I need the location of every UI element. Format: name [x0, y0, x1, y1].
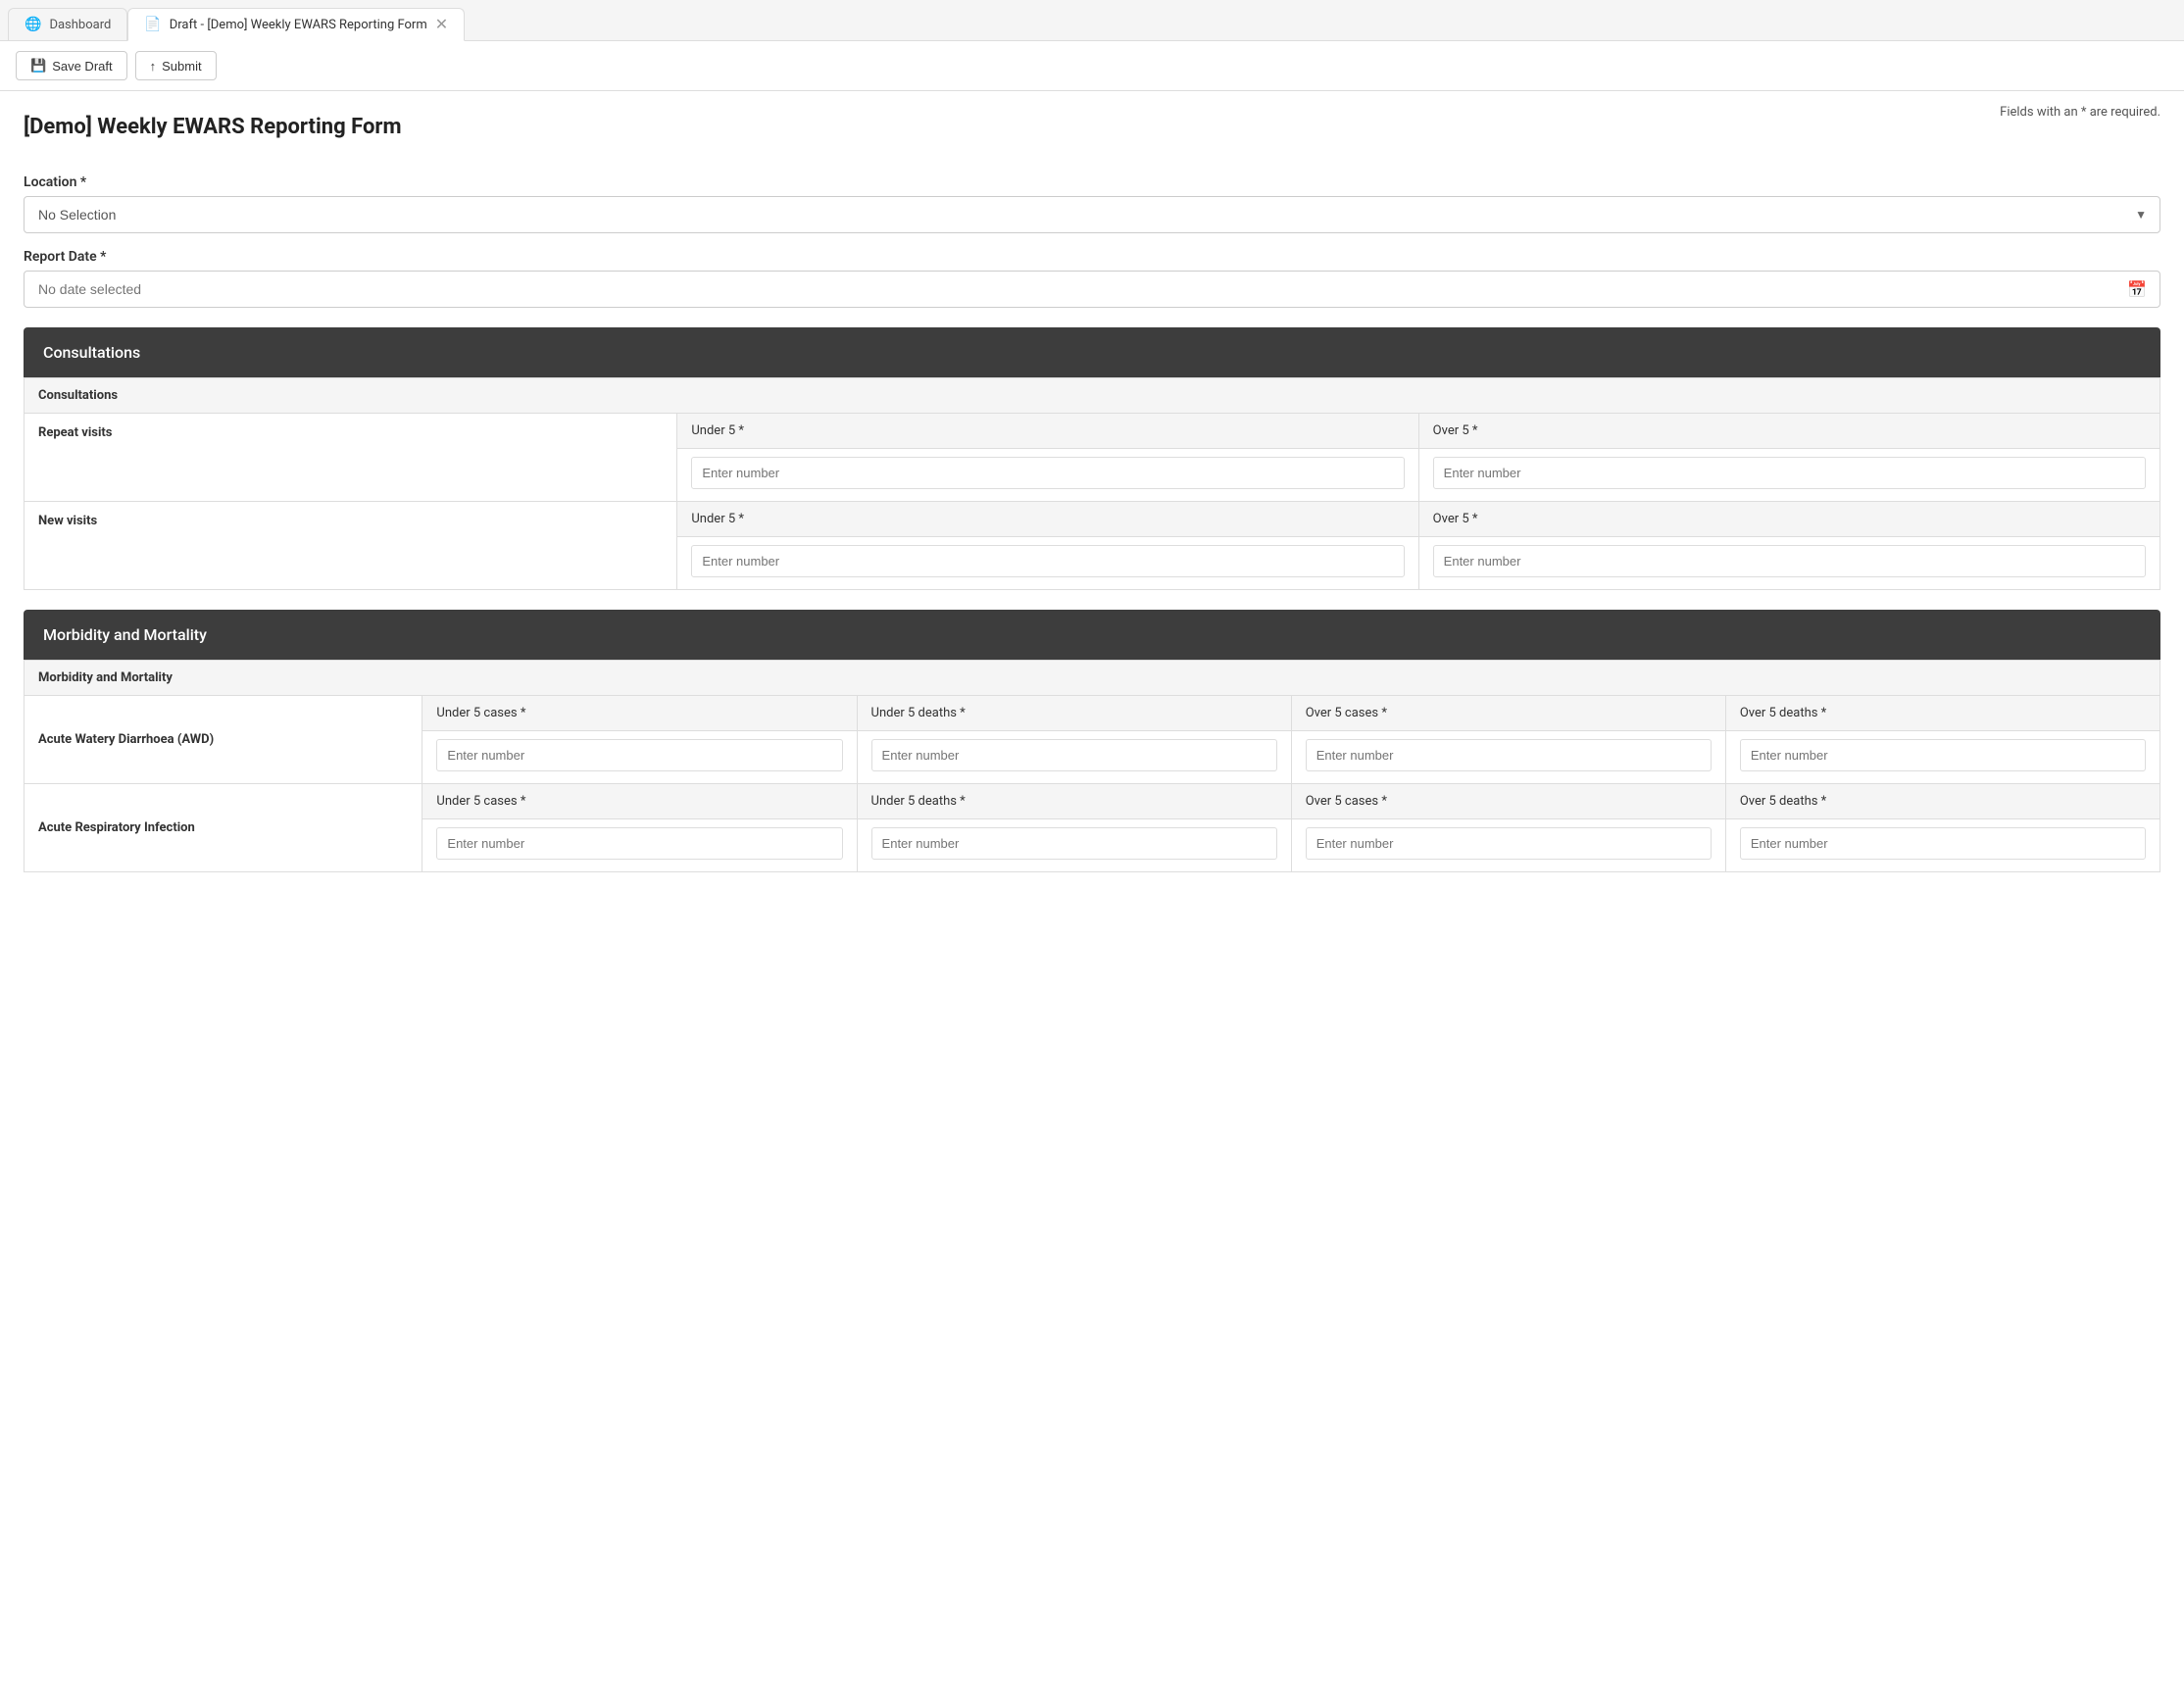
- consult-input-1-1[interactable]: [1433, 545, 2146, 577]
- tab-dashboard-label: Dashboard: [49, 18, 111, 32]
- consult-field-label-1-1: Over 5 *: [1419, 502, 2159, 537]
- morb-field-cell-0-0: Under 5 cases *: [422, 696, 857, 784]
- tab-close-icon[interactable]: ✕: [435, 17, 448, 32]
- morb-field-label-0-1: Under 5 deaths *: [858, 696, 1291, 731]
- location-field-group: Location * No Selection ▼: [24, 174, 2160, 233]
- consult-row-label-1: New visits: [25, 502, 677, 590]
- consultations-section-header: Consultations: [24, 327, 2160, 377]
- consult-field-cell-0-1: Over 5 *: [1418, 414, 2159, 502]
- morb-input-1-0[interactable]: [436, 827, 842, 860]
- morb-input-0-0[interactable]: [436, 739, 842, 771]
- morbidity-table: Morbidity and Mortality Acute Watery Dia…: [24, 660, 2160, 872]
- morb-input-1-3[interactable]: [1740, 827, 2146, 860]
- morbidity-row: Acute Watery Diarrhoea (AWD) Under 5 cas…: [25, 696, 2160, 784]
- morb-input-1-1[interactable]: [871, 827, 1277, 860]
- save-draft-button[interactable]: 💾 Save Draft: [16, 51, 127, 80]
- consult-field-cell-1-1: Over 5 *: [1418, 502, 2159, 590]
- consultation-row: New visits Under 5 * Over 5 *: [25, 502, 2160, 590]
- consult-field-cell-0-0: Under 5 *: [677, 414, 1418, 502]
- morb-field-cell-1-1: Under 5 deaths *: [857, 784, 1291, 872]
- morb-row-label-1: Acute Respiratory Infection: [25, 784, 422, 872]
- morb-field-label-1-2: Over 5 cases *: [1292, 784, 1725, 819]
- consult-input-0-0[interactable]: [691, 457, 1404, 489]
- morb-input-0-3[interactable]: [1740, 739, 2146, 771]
- save-icon: 💾: [30, 58, 46, 74]
- morb-input-0-2[interactable]: [1306, 739, 1712, 771]
- page-title: [Demo] Weekly EWARS Reporting Form: [24, 115, 402, 139]
- report-date-field-group: Report Date * 📅: [24, 249, 2160, 308]
- consult-input-0-1[interactable]: [1433, 457, 2146, 489]
- required-note: Fields with an * are required.: [2000, 105, 2160, 120]
- consult-input-1-0[interactable]: [691, 545, 1404, 577]
- morb-field-label-0-2: Over 5 cases *: [1292, 696, 1725, 731]
- morb-field-label-1-1: Under 5 deaths *: [858, 784, 1291, 819]
- consult-row-label-0: Repeat visits: [25, 414, 677, 502]
- consultations-table: Consultations Repeat visits Under 5 * Ov…: [24, 377, 2160, 590]
- morb-field-label-1-3: Over 5 deaths *: [1726, 784, 2159, 819]
- submit-button[interactable]: ↑ Submit: [135, 51, 217, 80]
- consult-field-label-0-0: Under 5 *: [677, 414, 1417, 449]
- consult-field-label-1-0: Under 5 *: [677, 502, 1417, 537]
- morb-field-label-0-0: Under 5 cases *: [422, 696, 856, 731]
- morbidity-row: Acute Respiratory Infection Under 5 case…: [25, 784, 2160, 872]
- location-select[interactable]: No Selection: [24, 196, 2160, 233]
- browser-chrome: 🌐 Dashboard 📄 Draft - [Demo] Weekly EWAR…: [0, 0, 2184, 41]
- consultations-table-header: Consultations: [25, 378, 2160, 414]
- morb-field-cell-1-3: Over 5 deaths *: [1725, 784, 2159, 872]
- tab-bar: 🌐 Dashboard 📄 Draft - [Demo] Weekly EWAR…: [0, 0, 2184, 40]
- morb-field-label-0-3: Over 5 deaths *: [1726, 696, 2159, 731]
- toolbar: 💾 Save Draft ↑ Submit: [0, 41, 2184, 91]
- morb-field-cell-0-1: Under 5 deaths *: [857, 696, 1291, 784]
- report-date-label: Report Date *: [24, 249, 2160, 265]
- location-label: Location *: [24, 174, 2160, 190]
- main-content: [Demo] Weekly EWARS Reporting Form Field…: [0, 91, 2184, 1683]
- morb-field-cell-0-2: Over 5 cases *: [1291, 696, 1725, 784]
- morb-field-cell-0-3: Over 5 deaths *: [1725, 696, 2159, 784]
- globe-icon: 🌐: [25, 17, 41, 32]
- tab-form[interactable]: 📄 Draft - [Demo] Weekly EWARS Reporting …: [127, 8, 465, 41]
- save-draft-label: Save Draft: [52, 59, 112, 74]
- report-date-input[interactable]: [24, 271, 2160, 308]
- consultation-row: Repeat visits Under 5 * Over 5 *: [25, 414, 2160, 502]
- morb-field-cell-1-0: Under 5 cases *: [422, 784, 857, 872]
- location-select-wrapper: No Selection ▼: [24, 196, 2160, 233]
- morb-row-label-0: Acute Watery Diarrhoea (AWD): [25, 696, 422, 784]
- morbidity-section-header: Morbidity and Mortality: [24, 610, 2160, 660]
- morb-field-label-1-0: Under 5 cases *: [422, 784, 856, 819]
- consult-field-label-0-1: Over 5 *: [1419, 414, 2159, 449]
- tab-dashboard[interactable]: 🌐 Dashboard: [8, 8, 127, 40]
- submit-label: Submit: [162, 59, 201, 74]
- consult-field-cell-1-0: Under 5 *: [677, 502, 1418, 590]
- morbidity-table-header: Morbidity and Mortality: [25, 661, 2160, 696]
- morb-field-cell-1-2: Over 5 cases *: [1291, 784, 1725, 872]
- document-icon: 📄: [144, 17, 161, 32]
- tab-form-label: Draft - [Demo] Weekly EWARS Reporting Fo…: [170, 18, 427, 32]
- morb-input-1-2[interactable]: [1306, 827, 1712, 860]
- morb-input-0-1[interactable]: [871, 739, 1277, 771]
- submit-icon: ↑: [150, 59, 157, 74]
- date-wrapper: 📅: [24, 271, 2160, 308]
